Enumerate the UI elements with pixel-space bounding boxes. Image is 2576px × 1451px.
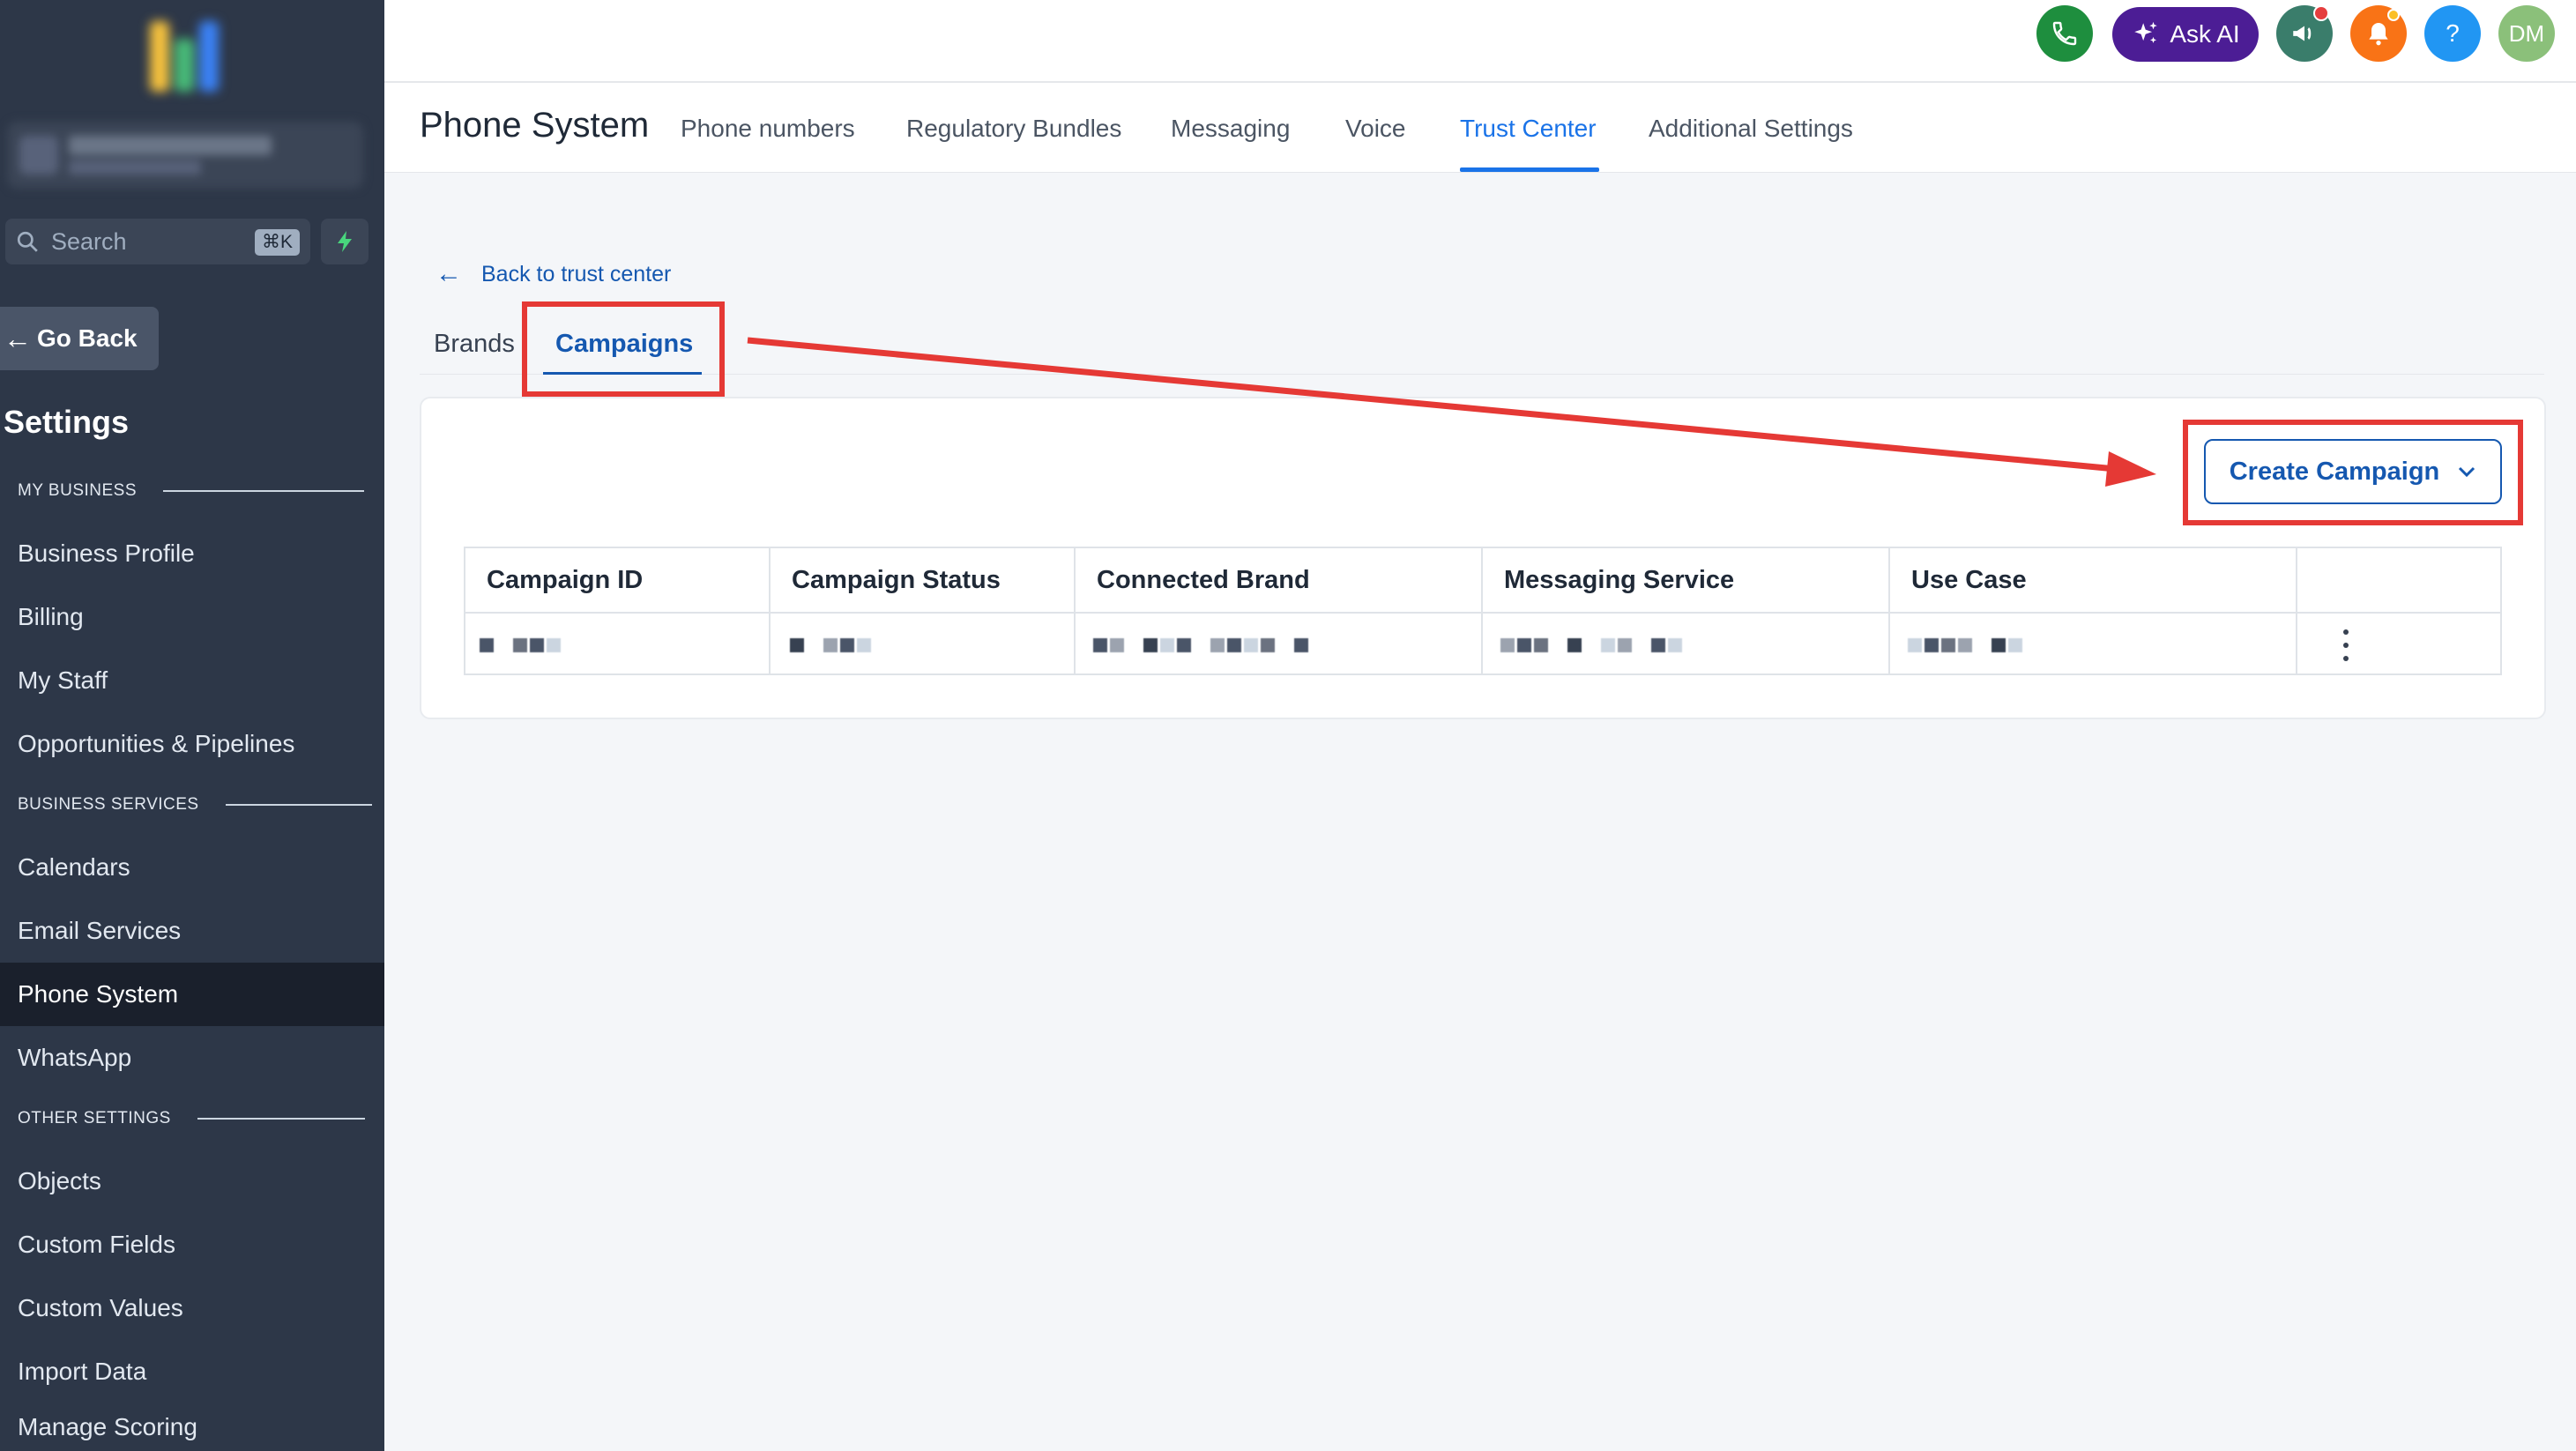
annotation-arrow — [747, 337, 2156, 487]
